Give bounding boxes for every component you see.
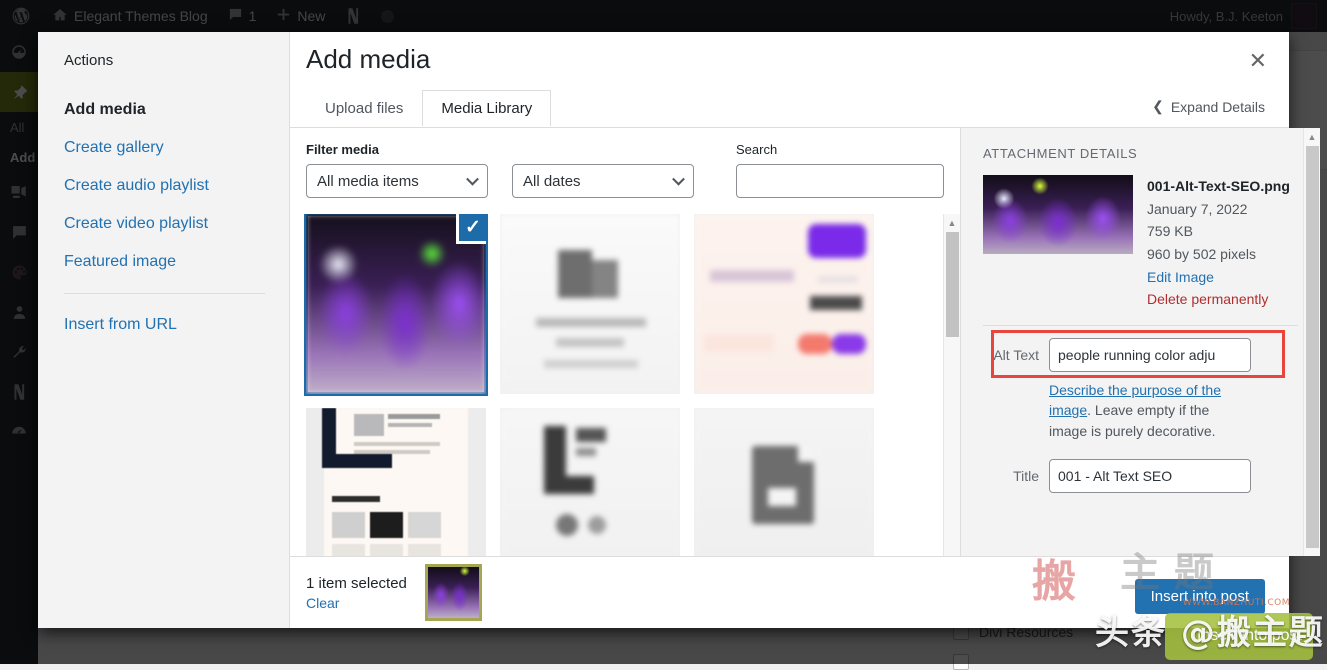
add-media-modal: Actions Add media Create gallery Create … [38,32,1289,628]
menu-divider [64,293,265,294]
attachment-details-panel: ATTACHMENT DETAILS 001-Alt-Text-SEO.png … [960,128,1320,556]
media-item-runners-photo[interactable]: ✓ [306,214,486,394]
media-browser: Filter media All media items All dates [290,128,960,556]
media-item-article-thumb[interactable] [306,408,486,556]
alt-text-field-row: Alt Text [983,338,1298,372]
title-label: Title [983,459,1039,484]
clear-selection-link[interactable]: Clear [306,595,407,611]
edit-image-link[interactable]: Edit Image [1147,266,1290,289]
thumbnail-image [306,408,486,556]
insert-into-post-button[interactable]: Insert into post [1135,579,1265,614]
expand-details-label: Expand Details [1171,99,1265,115]
media-grid: ✓ [306,214,944,556]
modal-content-area: Filter media All media items All dates [290,128,1289,556]
menu-item-add-media[interactable]: Add media [64,91,289,129]
media-toolbar: Filter media All media items All dates [290,128,960,208]
alt-text-help: Describe the purpose of the image. Leave… [1049,380,1249,441]
scrollbar-thumb[interactable] [1306,146,1319,548]
attachment-filesize: 759 KB [1147,220,1290,243]
media-item-file-thumb[interactable] [694,408,874,556]
filter-media-label: Filter media [306,142,488,157]
menu-item-create-video-playlist[interactable]: Create video playlist [64,205,289,243]
expand-details-button[interactable]: ❮ Expand Details [1152,98,1265,115]
actions-heading: Actions [64,52,289,69]
attachment-date: January 7, 2022 [1147,198,1290,221]
triangle-up-icon[interactable]: ▲ [1304,128,1320,145]
attachment-summary: 001-Alt-Text-SEO.png January 7, 2022 759… [983,175,1298,311]
menu-item-create-audio-playlist[interactable]: Create audio playlist [64,167,289,205]
date-select-value: All dates [523,173,581,190]
media-type-select-value: All media items [317,173,419,190]
search-input[interactable] [736,164,944,198]
chevron-down-icon [672,173,685,186]
date-select[interactable]: All dates [512,164,694,198]
media-grid-wrapper: ✓ [290,214,960,556]
details-divider [983,325,1298,326]
media-type-select[interactable]: All media items [306,164,488,198]
modal-tabs: Upload files Media Library [306,90,551,126]
menu-item-featured-image[interactable]: Featured image [64,243,289,281]
alt-text-label: Alt Text [983,338,1039,363]
delete-permanently-link[interactable]: Delete permanently [1147,288,1290,311]
title-field-row: Title [983,459,1298,493]
details-scrollbar[interactable]: ▲ [1303,128,1320,556]
attachment-filename: 001-Alt-Text-SEO.png [1147,175,1290,198]
alt-text-input[interactable] [1049,338,1251,372]
triangle-up-icon[interactable]: ▲ [944,214,960,231]
selection-count-label: 1 item selected [306,574,407,594]
grid-scrollbar[interactable]: ▲ [943,214,960,556]
attachment-dimensions: 960 by 502 pixels [1147,243,1290,266]
date-filter-group: All dates [512,143,694,198]
search-group: Search [736,142,944,198]
close-icon[interactable]: ✕ [1249,50,1267,72]
modal-main: Add media ✕ Upload files Media Library ❮… [290,32,1289,628]
thumbnail-image [694,214,874,394]
title-input[interactable] [1049,459,1251,493]
thumbnail-image [500,408,680,556]
thumbnail-image [983,175,1133,254]
attachment-details-heading: ATTACHMENT DETAILS [983,146,1298,161]
checkmark-icon: ✓ [456,214,486,244]
media-item-logo-thumb[interactable] [500,408,680,556]
thumbnail-image [428,567,479,618]
modal-footer: 1 item selected Clear Insert into post [290,556,1289,628]
thumbnail-image [694,408,874,556]
modal-actions-menu: Actions Add media Create gallery Create … [38,32,290,628]
chevron-left-icon: ❮ [1152,98,1164,115]
media-item-document-thumb[interactable] [500,214,680,394]
search-label: Search [736,142,944,157]
attachment-thumbnail[interactable] [983,175,1133,254]
filter-media-group: Filter media All media items [306,142,488,198]
thumbnail-image [500,214,680,394]
attachment-metadata: 001-Alt-Text-SEO.png January 7, 2022 759… [1147,175,1290,311]
scrollbar-thumb[interactable] [946,232,959,337]
page-title: Add media [306,44,430,75]
menu-item-insert-from-url[interactable]: Insert from URL [64,306,289,344]
menu-item-create-gallery[interactable]: Create gallery [64,129,289,167]
tab-upload-files[interactable]: Upload files [306,90,422,126]
selected-thumbnail[interactable] [425,564,482,621]
chevron-down-icon [466,173,479,186]
tab-media-library[interactable]: Media Library [422,90,551,126]
selection-info: 1 item selected Clear [306,564,482,621]
media-item-screenshot-thumb[interactable] [694,214,874,394]
